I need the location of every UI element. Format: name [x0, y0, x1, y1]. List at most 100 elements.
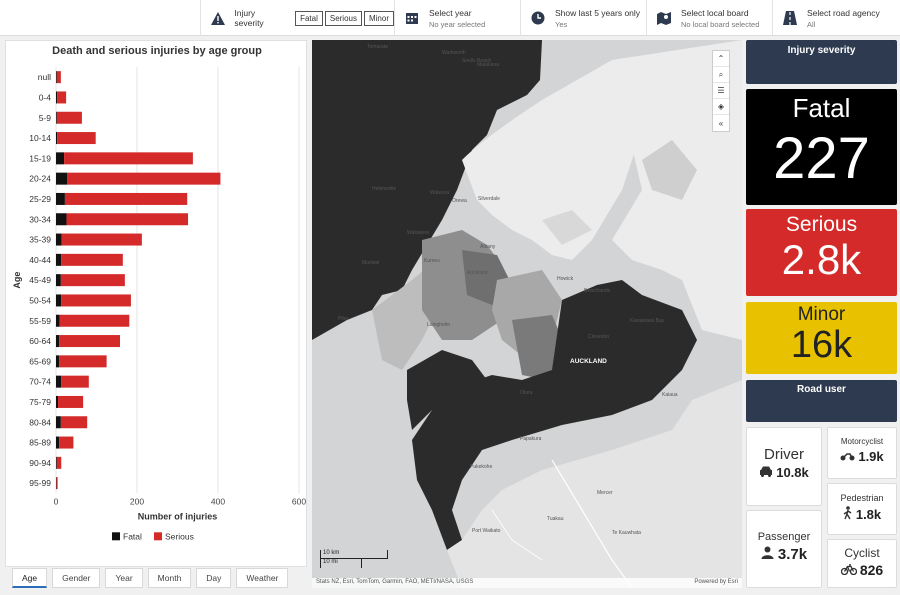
person-icon [761, 546, 774, 563]
bar-serious [64, 152, 193, 165]
bar-serious [59, 436, 74, 449]
bar-serious [60, 416, 88, 429]
bar-fatal [56, 71, 57, 84]
severity-minor-button[interactable]: Minor [363, 10, 394, 26]
y-tick-label: 30-34 [29, 214, 51, 224]
map-zoom-in-button[interactable]: ⌃ [713, 51, 729, 67]
map-place-label: Helensville [372, 186, 397, 192]
legend-label-serious: Serious [165, 531, 194, 541]
map-collapse-button[interactable]: « [713, 115, 729, 131]
bar-fatal [56, 375, 62, 388]
bar-serious [59, 335, 120, 348]
passenger-value: 3.7k [777, 546, 808, 563]
x-tick-label: 200 [130, 496, 144, 506]
serious-value: 2.8k [781, 236, 862, 283]
pedestrian-card[interactable]: Pedestrian 1.8k [827, 483, 897, 535]
y-tick-label: 15-19 [29, 153, 51, 163]
cyclist-card[interactable]: Cyclist 826 [827, 539, 897, 588]
severity-fatal-button[interactable]: Fatal [295, 10, 323, 26]
map-view[interactable]: ⌃ ⌕ ☰ ◈ « 10 km 10 mi Stats NZ, Esri, To… [312, 40, 742, 588]
tab-month[interactable]: Month [147, 568, 192, 588]
map-pin-icon [655, 9, 673, 27]
scale-mi: 10 mi [320, 559, 362, 568]
severity-filter: Injury severity Fatal Serious Minor [200, 0, 394, 36]
bar-fatal [56, 152, 65, 165]
passenger-card[interactable]: Passenger 3.7k [746, 510, 822, 588]
bar-serious [56, 477, 58, 490]
y-tick-label: 50-54 [29, 295, 51, 305]
bar-fatal [56, 355, 60, 368]
bar-fatal [56, 335, 60, 348]
severity-header: Injury severity [746, 40, 897, 84]
bar-serious [59, 355, 107, 368]
map-place-label: Waitakere [407, 230, 430, 236]
bar-serious [61, 294, 131, 307]
bar-serious [67, 172, 221, 185]
serious-label: Serious [785, 213, 858, 236]
bar-fatal [56, 416, 61, 429]
y-tick-label: 70-74 [29, 377, 51, 387]
agency-filter[interactable]: Select road agency All [772, 0, 900, 36]
scale-km: 10 km [320, 550, 388, 559]
tab-weather[interactable]: Weather [236, 568, 289, 588]
bar-serious [66, 213, 189, 226]
motorcyclist-card[interactable]: Motorcyclist 1.9k [827, 427, 897, 479]
x-tick-label: 400 [211, 496, 225, 506]
cyclist-value: 826 [859, 562, 884, 578]
driver-value: 10.8k [776, 465, 809, 480]
pedestrian-value: 1.8k [855, 507, 882, 522]
y-tick-label: 40-44 [29, 255, 51, 265]
map-powered-by[interactable]: Powered by Esri [694, 579, 738, 587]
bar-serious [64, 192, 188, 205]
pedestrian-icon [843, 506, 853, 523]
map-layers-button[interactable]: ◈ [713, 99, 729, 115]
map-place-label: Muriwai [362, 260, 380, 266]
y-tick-label: 60-64 [29, 336, 51, 346]
y-tick-label: 20-24 [29, 174, 51, 184]
map-attribution-text: Stats NZ, Esri, TomTom, Garmin, FAO, MET… [316, 579, 474, 585]
minor-value: 16k [790, 324, 853, 366]
map-place-label: Matakana [477, 62, 499, 68]
motorcycle-icon [840, 449, 855, 464]
board-filter[interactable]: Select local board No local board selecte… [646, 0, 772, 36]
serious-card[interactable]: Serious 2.8k [746, 209, 897, 296]
minor-card[interactable]: Minor 16k [746, 302, 897, 374]
last5-filter-label: Show last 5 years only [555, 7, 641, 18]
year-filter[interactable]: Select year No year selected [394, 0, 520, 36]
map-place-label: AUCKLAND [570, 358, 607, 365]
bar-fatal [56, 436, 60, 449]
bar-fatal [56, 132, 58, 145]
map-place-label: Waiwera [430, 190, 450, 196]
map-search-button[interactable]: ⌕ [713, 67, 729, 83]
bicycle-icon [840, 562, 857, 578]
map-place-label: Clevedon [588, 334, 610, 340]
last5-filter[interactable]: Show last 5 years only Yes [520, 0, 646, 36]
tab-age[interactable]: Age [12, 568, 48, 588]
y-tick-label: 55-59 [29, 316, 51, 326]
y-tick-label: 75-79 [29, 397, 51, 407]
fatal-card[interactable]: Fatal 227 [746, 89, 897, 205]
tab-gender[interactable]: Gender [52, 568, 101, 588]
y-tick-label: 0-4 [39, 92, 52, 102]
severity-serious-button[interactable]: Serious [324, 10, 362, 26]
bar-fatal [56, 456, 57, 469]
list-icon: ☰ [717, 86, 725, 95]
map-place-label: Te Kauwhata [612, 530, 641, 536]
map-place-label: Warkworth [442, 50, 466, 56]
tab-day[interactable]: Day [196, 568, 232, 588]
bar-serious [57, 91, 67, 104]
map-list-button[interactable]: ☰ [713, 83, 729, 99]
x-axis-label: Number of injuries [138, 511, 218, 521]
y-tick-label: 65-69 [29, 356, 51, 366]
map-place-label: Piha [338, 316, 349, 322]
tab-year[interactable]: Year [105, 568, 143, 588]
map-place-label: Kaiaua [662, 392, 678, 398]
bar-serious [60, 274, 125, 287]
driver-card[interactable]: Driver 10.8k [746, 427, 822, 506]
map-toolbar: ⌃ ⌕ ☰ ◈ « [712, 50, 730, 132]
map-place-label: Laingholm [427, 322, 451, 328]
age-bar-chart: 0 200 400 600 null 0-4 5-9 10-14 15-19 20-24 25-29… [12, 67, 306, 541]
fatal-label: Fatal [792, 93, 851, 123]
year-filter-label: Select year [429, 7, 472, 18]
y-tick-label: 35-39 [29, 235, 51, 245]
